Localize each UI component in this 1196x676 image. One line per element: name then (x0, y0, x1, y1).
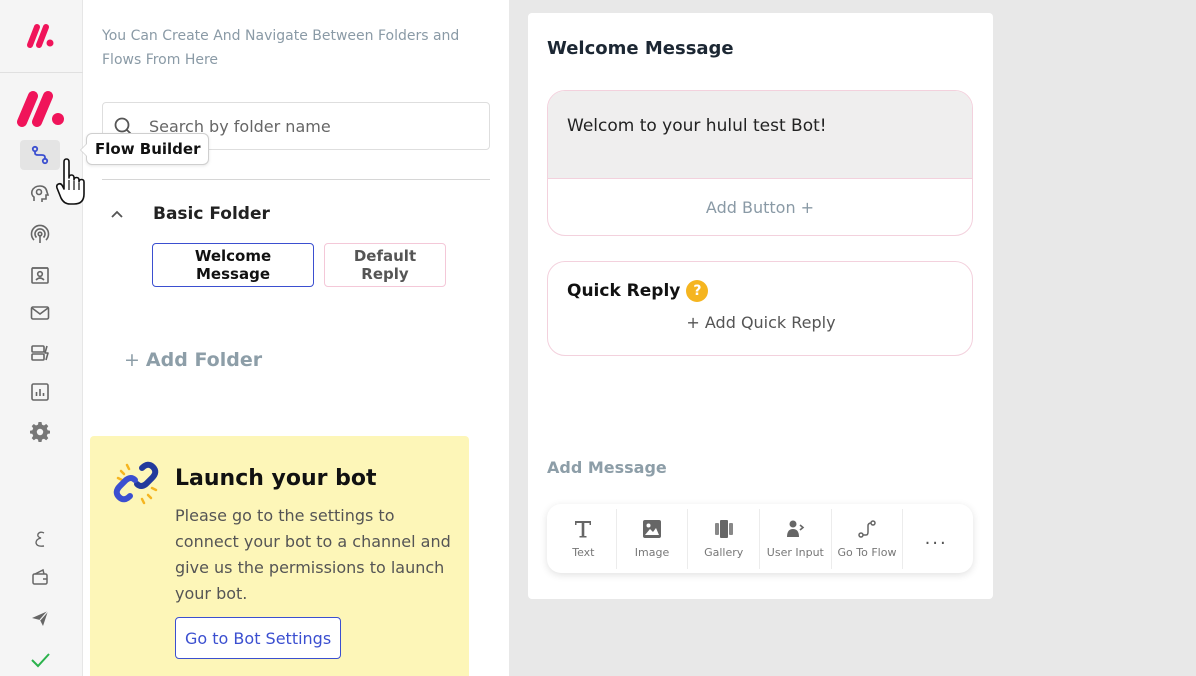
rail-item-send[interactable] (20, 603, 60, 633)
flow-welcome-message[interactable]: Welcome Message (152, 243, 314, 287)
automation-icon (31, 345, 49, 361)
add-quick-reply-button[interactable]: + Add Quick Reply (548, 313, 974, 332)
tool-label: Gallery (704, 546, 744, 559)
rail-item-mail[interactable] (20, 298, 60, 328)
go-to-bot-settings-button[interactable]: Go to Bot Settings (175, 617, 342, 659)
message-editor-card: Welcome Message Welcom to your hulul tes… (528, 13, 993, 599)
hand-cursor-icon (55, 158, 85, 205)
tool-label: Text (572, 546, 595, 559)
editor-title: Welcome Message (547, 38, 734, 59)
rail-item-language[interactable] (20, 524, 60, 554)
analytics-icon (31, 383, 49, 401)
rail-item-broadcast[interactable] (20, 220, 60, 250)
rail-item-status (20, 645, 60, 675)
tool-label: User Input (766, 546, 824, 559)
user-input-icon (787, 520, 805, 537)
rail-item-ai[interactable] (20, 179, 60, 209)
rail-item-wallet[interactable] (20, 562, 60, 592)
folder-panel: You Can Create And Navigate Between Fold… (83, 0, 509, 676)
broadcast-icon (30, 224, 50, 243)
add-go-to-flow-button[interactable]: Go To Flow (832, 508, 904, 569)
add-gallery-button[interactable]: Gallery (688, 508, 760, 569)
language-icon (35, 531, 45, 547)
rail-divider (0, 72, 83, 73)
text-icon (575, 521, 592, 538)
help-icon[interactable]: ? (686, 280, 709, 302)
flow-builder-tooltip: Flow Builder (79, 133, 210, 165)
image-icon (643, 520, 662, 538)
mail-icon (30, 306, 50, 320)
launch-body: Please go to the settings to connect you… (175, 506, 451, 603)
flow-default-reply[interactable]: Default Reply (324, 243, 446, 287)
brand-logo-icon (27, 24, 54, 48)
add-message-label: Add Message (547, 458, 667, 477)
add-image-button[interactable]: Image (617, 508, 689, 569)
folder-divider (102, 179, 490, 180)
contacts-icon (31, 267, 49, 284)
rail-item-settings[interactable] (20, 416, 60, 446)
gallery-icon (714, 520, 733, 538)
more-tools-button[interactable]: ... (903, 509, 969, 569)
add-user-input-button[interactable]: User Input (760, 508, 832, 569)
folder-basic[interactable]: Basic Folder (109, 204, 270, 224)
chevron-up-icon[interactable] (109, 206, 125, 222)
tool-label: Go To Flow (837, 546, 897, 559)
rail-item-flow-builder[interactable] (20, 140, 60, 170)
gear-icon (30, 422, 50, 442)
add-folder-button[interactable]: + Add Folder (124, 349, 262, 371)
quick-reply-heading: Quick Reply ? (567, 280, 709, 302)
quick-reply-block: Quick Reply ? + Add Quick Reply (547, 261, 973, 356)
add-button-button[interactable]: Add Button + (548, 178, 972, 235)
go-to-flow-icon (858, 520, 876, 538)
send-icon (32, 610, 49, 626)
icon-rail (0, 0, 83, 676)
add-text-button[interactable]: Text (551, 508, 617, 569)
folder-name: Basic Folder (153, 204, 270, 224)
flow-builder-icon (31, 145, 49, 165)
rail-item-automation[interactable] (20, 338, 60, 368)
message-text[interactable]: Welcom to your hulul test Bot! (548, 91, 972, 178)
add-message-toolbar: Text Image Gallery User Input Go To Flow… (547, 504, 973, 573)
checkmark-icon (31, 653, 50, 668)
quick-reply-title: Quick Reply (567, 281, 681, 301)
wallet-icon (32, 568, 48, 585)
brand-logo-large-icon[interactable] (13, 86, 67, 130)
plus-icon: + (124, 349, 140, 371)
chain-link-icon (113, 461, 159, 505)
launch-title: Launch your bot (175, 466, 377, 491)
ai-settings-icon (30, 185, 50, 202)
rail-item-analytics[interactable] (20, 377, 60, 407)
add-folder-label: Add Folder (145, 349, 263, 371)
rail-item-contacts[interactable] (20, 260, 60, 290)
tool-label: Image (634, 546, 670, 559)
folder-panel-intro: You Can Create And Navigate Between Fold… (102, 28, 460, 68)
text-message-block: Welcom to your hulul test Bot! Add Butto… (547, 90, 973, 236)
launch-bot-banner: Launch your bot Please go to the setting… (90, 436, 469, 676)
